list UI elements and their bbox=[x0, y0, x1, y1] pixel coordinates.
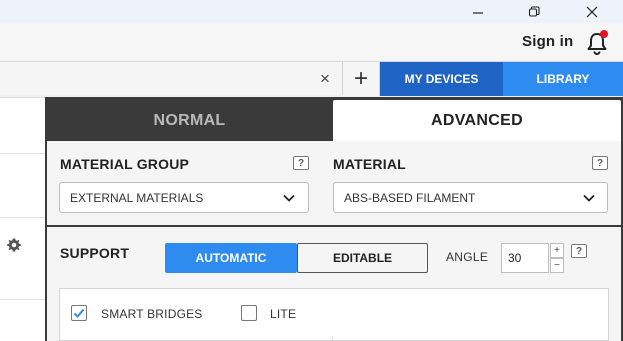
support-help-icon[interactable]: ? bbox=[571, 244, 587, 258]
bell-icon[interactable] bbox=[583, 29, 611, 57]
title-bar bbox=[0, 0, 623, 23]
options-divider bbox=[332, 337, 333, 341]
chevron-down-icon bbox=[582, 191, 596, 205]
material-group-select[interactable]: EXTERNAL MATERIALS bbox=[59, 182, 309, 213]
smart-bridges-checkbox[interactable] bbox=[71, 305, 87, 321]
material-value: ABS-BASED FILAMENT bbox=[344, 190, 476, 205]
material-group-value: EXTERNAL MATERIALS bbox=[70, 190, 204, 205]
chevron-down-icon bbox=[282, 191, 296, 205]
grid-line bbox=[0, 217, 45, 218]
material-group-label: MATERIAL GROUP bbox=[60, 156, 190, 172]
angle-label: ANGLE bbox=[446, 250, 489, 264]
canvas-viewport[interactable] bbox=[0, 97, 45, 341]
lite-checkbox[interactable] bbox=[241, 305, 257, 321]
account-bar: Sign in bbox=[0, 23, 623, 61]
notification-dot bbox=[600, 30, 608, 38]
tab-normal[interactable]: NORMAL bbox=[47, 100, 332, 141]
material-select[interactable]: ABS-BASED FILAMENT bbox=[333, 182, 608, 213]
material-group-help-icon[interactable]: ? bbox=[293, 156, 309, 170]
close-icon[interactable] bbox=[572, 0, 612, 23]
minimize-icon[interactable] bbox=[458, 0, 498, 23]
clear-search-icon[interactable]: × bbox=[316, 69, 334, 88]
material-help-icon[interactable]: ? bbox=[592, 156, 608, 170]
my-devices-tab[interactable]: MY DEVICES bbox=[380, 62, 503, 96]
checkmark-icon bbox=[73, 308, 85, 318]
tab-advanced[interactable]: ADVANCED bbox=[333, 100, 621, 141]
gear-icon[interactable] bbox=[5, 236, 23, 254]
grid-line bbox=[0, 153, 45, 154]
search-field[interactable] bbox=[0, 62, 343, 95]
angle-increment-button[interactable]: + bbox=[550, 243, 564, 258]
editable-button[interactable]: EDITABLE bbox=[297, 243, 428, 273]
angle-input[interactable]: 30 bbox=[501, 243, 549, 273]
support-label: SUPPORT bbox=[60, 245, 130, 261]
automatic-button[interactable]: AUTOMATIC bbox=[165, 243, 297, 273]
sign-in-link[interactable]: Sign in bbox=[522, 33, 573, 50]
angle-decrement-button[interactable]: − bbox=[550, 258, 564, 273]
grid-line bbox=[0, 299, 45, 300]
lite-label: LITE bbox=[270, 307, 297, 321]
smart-bridges-label: SMART BRIDGES bbox=[101, 307, 203, 321]
add-tab-button[interactable]: + bbox=[343, 62, 380, 96]
library-tab[interactable]: LIBRARY bbox=[503, 62, 623, 96]
material-label: MATERIAL bbox=[333, 156, 406, 172]
restore-icon[interactable] bbox=[514, 0, 554, 23]
